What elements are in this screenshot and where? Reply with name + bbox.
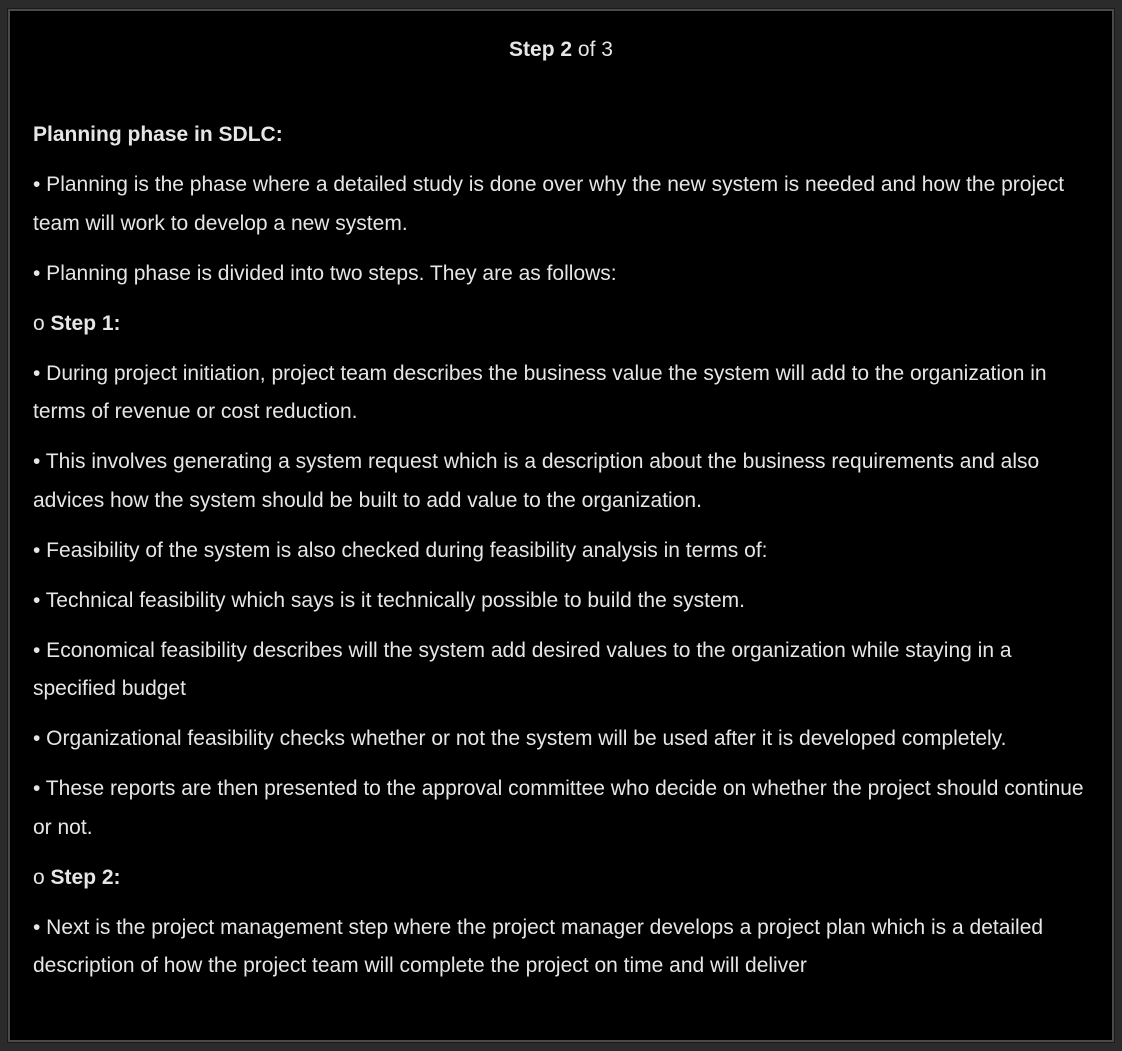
paragraph: • These reports are then presented to th… xyxy=(33,777,1084,839)
paragraph: • Technical feasibility which says is it… xyxy=(33,588,745,612)
sub-step-heading: o Step 1: xyxy=(33,311,121,335)
sub-step-heading: o Step 2: xyxy=(33,865,121,889)
paragraph: • Organizational feasibility checks whet… xyxy=(33,727,1007,750)
paragraph: • Planning phase is divided into two ste… xyxy=(33,261,617,285)
step-panel: Step 2 of 3 Planning phase in SDLC: • Pl… xyxy=(8,9,1114,1042)
current-step-number: 2 xyxy=(560,38,573,61)
paragraph: • Feasibility of the system is also chec… xyxy=(33,538,768,562)
section-heading: Planning phase in SDLC: xyxy=(33,123,283,146)
paragraph: • Planning is the phase where a detailed… xyxy=(33,173,1065,235)
paragraph: • During project initiation, project tea… xyxy=(33,361,1047,424)
step-total: of 3 xyxy=(572,38,613,61)
paragraph: • This involves generating a system requ… xyxy=(33,450,1040,512)
paragraph: • Economical feasibility describes will … xyxy=(33,638,1012,701)
solution-content: Planning phase in SDLC: • Planning is th… xyxy=(33,116,1093,997)
paragraph: • Next is the project management step wh… xyxy=(33,915,1044,978)
step-label: Step 2 xyxy=(509,38,573,61)
window-frame: Step 2 of 3 Planning phase in SDLC: • Pl… xyxy=(0,0,1122,1051)
step-indicator: Step 2 of 3 xyxy=(10,37,1112,63)
